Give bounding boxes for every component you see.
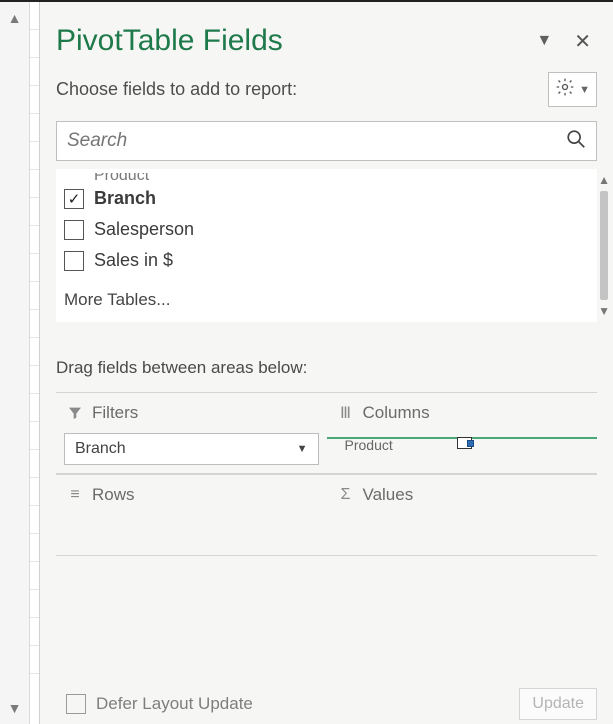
checkbox-unchecked-icon[interactable] bbox=[64, 220, 84, 240]
filters-area-title: Filters bbox=[92, 403, 138, 423]
field-row-sales-in-dollars[interactable]: Sales in $ bbox=[64, 245, 589, 276]
filter-icon bbox=[66, 405, 84, 421]
partial-field-above[interactable]: Product bbox=[94, 173, 589, 183]
scrollbar-thumb[interactable] bbox=[600, 191, 608, 300]
values-area[interactable]: Σ Values bbox=[327, 474, 598, 556]
field-row-branch[interactable]: ✓ Branch bbox=[64, 183, 589, 214]
filters-item-branch[interactable]: Branch ▼ bbox=[64, 433, 319, 465]
caret-down-icon: ▼ bbox=[297, 443, 308, 455]
tools-dropdown-button[interactable]: ▼ bbox=[548, 72, 597, 107]
pivottable-fields-pane: PivotTable Fields ▼ ✕ Choose fields to a… bbox=[40, 2, 613, 724]
pane-options-dropdown-icon[interactable]: ▼ bbox=[530, 28, 558, 54]
checkbox-unchecked-icon[interactable] bbox=[64, 251, 84, 271]
area-item-label: Branch bbox=[75, 440, 126, 458]
sigma-icon: Σ bbox=[337, 486, 355, 504]
scroll-up-arrow-icon[interactable]: ▲ bbox=[8, 10, 22, 26]
columns-icon: Ⅲ bbox=[337, 403, 355, 423]
scroll-down-arrow-icon[interactable]: ▼ bbox=[8, 700, 22, 716]
search-input[interactable] bbox=[56, 121, 597, 161]
field-list: Product ✓ Branch Salesperson Sales in $ … bbox=[56, 169, 597, 322]
defer-layout-label: Defer Layout Update bbox=[96, 694, 253, 714]
drag-fields-label: Drag fields between areas below: bbox=[56, 322, 597, 392]
close-icon[interactable]: ✕ bbox=[568, 25, 597, 58]
field-row-salesperson[interactable]: Salesperson bbox=[64, 214, 589, 245]
rows-icon: ≡ bbox=[66, 486, 84, 504]
checkbox-checked-icon[interactable]: ✓ bbox=[64, 189, 84, 209]
drag-cursor-icon bbox=[457, 435, 475, 449]
field-label: Branch bbox=[94, 188, 156, 209]
defer-layout-checkbox[interactable] bbox=[66, 694, 86, 714]
worksheet-grid-edge bbox=[30, 2, 40, 724]
pane-title: PivotTable Fields bbox=[56, 24, 520, 58]
search-icon bbox=[565, 128, 587, 155]
caret-down-icon: ▼ bbox=[579, 84, 590, 96]
field-label: Salesperson bbox=[94, 219, 194, 240]
field-list-scrollbar[interactable]: ▲ ▼ bbox=[599, 173, 609, 318]
update-button: Update bbox=[519, 688, 597, 720]
rows-area[interactable]: ≡ Rows bbox=[56, 474, 327, 556]
rows-area-title: Rows bbox=[92, 485, 135, 505]
choose-fields-label: Choose fields to add to report: bbox=[56, 79, 548, 100]
gear-icon bbox=[555, 77, 575, 102]
more-tables-link[interactable]: More Tables... bbox=[64, 276, 589, 310]
field-label: Sales in $ bbox=[94, 250, 173, 271]
columns-area-title: Columns bbox=[363, 403, 430, 423]
values-area-title: Values bbox=[363, 485, 414, 505]
scroll-up-arrow-icon[interactable]: ▲ bbox=[598, 173, 610, 187]
scroll-down-arrow-icon[interactable]: ▼ bbox=[598, 304, 610, 318]
worksheet-vertical-scrollbar[interactable]: ▲ ▼ bbox=[0, 2, 30, 724]
filters-area[interactable]: Filters Branch ▼ bbox=[56, 392, 327, 474]
columns-area[interactable]: Ⅲ Columns Product bbox=[327, 392, 598, 474]
